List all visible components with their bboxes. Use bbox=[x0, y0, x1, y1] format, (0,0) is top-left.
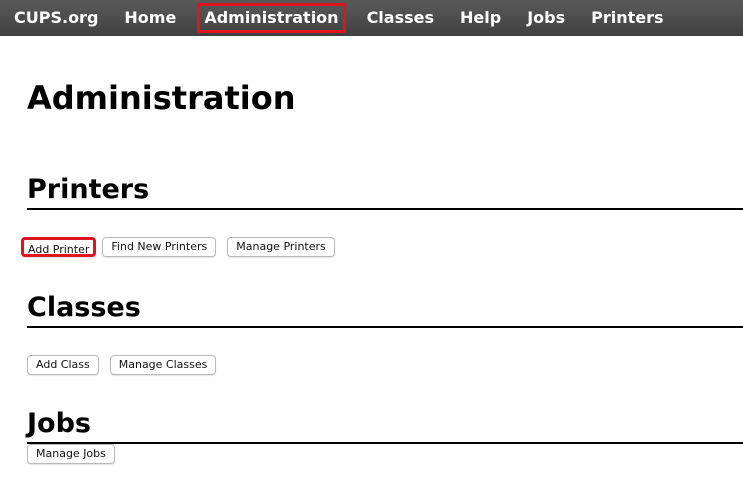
classes-button-row: Add Class Manage Classes bbox=[27, 355, 227, 375]
manage-classes-button[interactable]: Manage Classes bbox=[109, 355, 217, 375]
manage-printers-button[interactable]: Manage Printers bbox=[227, 237, 335, 257]
classes-heading: Classes bbox=[27, 291, 743, 328]
nav-link-jobs[interactable]: Jobs bbox=[522, 6, 570, 30]
printers-heading: Printers bbox=[27, 173, 743, 210]
add-printer-button[interactable]: Add Printer bbox=[21, 237, 97, 257]
nav-link-classes[interactable]: Classes bbox=[362, 6, 439, 30]
nav-link-printers[interactable]: Printers bbox=[586, 6, 668, 30]
top-nav-bar: CUPS.org Home Administration Classes Hel… bbox=[0, 0, 743, 36]
cups-admin-page: CUPS.org Home Administration Classes Hel… bbox=[0, 0, 743, 489]
printers-button-row: Add Printer Find New Printers Manage Pri… bbox=[21, 237, 346, 257]
page-title: Administration bbox=[27, 79, 296, 117]
nav-link-cups-org[interactable]: CUPS.org bbox=[14, 6, 103, 30]
add-class-button[interactable]: Add Class bbox=[27, 355, 99, 375]
find-new-printers-button[interactable]: Find New Printers bbox=[102, 237, 217, 257]
nav-link-help[interactable]: Help bbox=[455, 6, 506, 30]
nav-link-home[interactable]: Home bbox=[119, 6, 181, 30]
jobs-button-row: Manage Jobs bbox=[27, 444, 126, 464]
jobs-heading: Jobs bbox=[27, 407, 743, 444]
nav-link-administration[interactable]: Administration bbox=[197, 3, 346, 33]
manage-jobs-button[interactable]: Manage Jobs bbox=[27, 444, 115, 464]
